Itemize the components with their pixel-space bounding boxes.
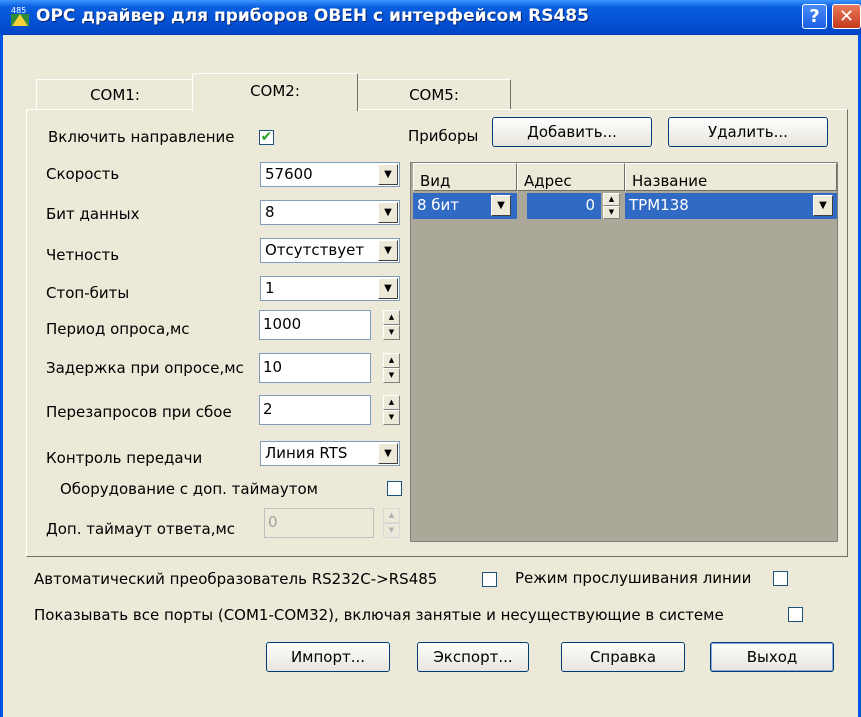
column-header-address[interactable]: Адрес bbox=[517, 163, 625, 191]
flow-control-value: Линия RTS bbox=[265, 444, 348, 462]
poll-delay-spinner[interactable]: ▲ ▼ bbox=[383, 353, 400, 383]
enable-direction-checkbox[interactable]: ✔ bbox=[259, 130, 274, 145]
retries-label: Перезапросов при сбое bbox=[46, 403, 232, 421]
spin-up-icon[interactable]: ▲ bbox=[603, 193, 620, 206]
spin-up-icon[interactable]: ▲ bbox=[383, 395, 400, 410]
table-row-type-cell[interactable]: 8 бит ▼ bbox=[413, 193, 517, 219]
spin-down-icon: ▼ bbox=[383, 523, 400, 538]
parity-value: Отсутствует bbox=[265, 241, 365, 259]
chevron-down-icon[interactable]: ▼ bbox=[378, 278, 398, 299]
data-bits-combo[interactable]: 8 ▼ bbox=[260, 200, 400, 225]
parity-combo[interactable]: Отсутствует ▼ bbox=[260, 238, 400, 263]
chevron-down-icon[interactable]: ▼ bbox=[378, 443, 398, 464]
poll-period-label: Период опроса,мс bbox=[46, 320, 190, 338]
column-header-type[interactable]: Вид bbox=[413, 163, 517, 191]
spin-up-icon[interactable]: ▲ bbox=[383, 353, 400, 368]
address-spinner[interactable]: ▲ ▼ bbox=[603, 193, 620, 219]
retries-input[interactable]: 2 bbox=[259, 395, 371, 425]
close-button[interactable]: ✕ bbox=[832, 4, 861, 29]
stop-bits-label: Стоп-биты bbox=[46, 284, 130, 302]
device-name-value: ТРМ138 bbox=[629, 196, 689, 214]
column-header-name[interactable]: Название bbox=[625, 163, 837, 191]
delete-device-button[interactable]: Удалить... bbox=[668, 117, 828, 147]
chevron-down-icon[interactable]: ▼ bbox=[813, 195, 833, 216]
spin-up-icon[interactable]: ▲ bbox=[383, 310, 400, 325]
extra-timeout-device-label: Оборудование с доп. таймаутом bbox=[60, 480, 318, 498]
flow-control-label: Контроль передачи bbox=[46, 449, 203, 467]
device-address-value: 0 bbox=[585, 196, 595, 214]
extra-timeout-spinner: ▲ ▼ bbox=[383, 508, 400, 538]
listen-mode-label: Режим прослушивания линии bbox=[515, 569, 752, 587]
extra-timeout-label: Доп. таймаут ответа,мс bbox=[46, 520, 236, 538]
window-frame-left bbox=[0, 34, 3, 717]
spin-up-icon: ▲ bbox=[383, 508, 400, 523]
add-device-button[interactable]: Добавить... bbox=[492, 117, 652, 147]
import-button[interactable]: Импорт... bbox=[266, 642, 390, 672]
extra-timeout-value: 0 bbox=[268, 513, 278, 531]
poll-period-value: 1000 bbox=[263, 315, 302, 333]
speed-label: Скорость bbox=[46, 165, 120, 183]
device-type-value: 8 бит bbox=[417, 196, 460, 214]
listen-mode-checkbox[interactable] bbox=[773, 571, 788, 586]
data-bits-value: 8 bbox=[265, 203, 275, 221]
table-row-name-cell[interactable]: ТРМ138 ▼ bbox=[625, 193, 837, 219]
auto-converter-label: Автоматический преобразователь RS232C->R… bbox=[34, 570, 438, 588]
chevron-down-icon[interactable]: ▼ bbox=[378, 202, 398, 223]
spin-down-icon[interactable]: ▼ bbox=[603, 206, 620, 219]
extra-timeout-input: 0 bbox=[264, 508, 374, 538]
poll-delay-input[interactable]: 10 bbox=[259, 353, 371, 383]
svg-text:485: 485 bbox=[11, 6, 26, 15]
spin-down-icon[interactable]: ▼ bbox=[383, 368, 400, 383]
devices-label: Приборы bbox=[408, 127, 479, 145]
stop-bits-combo[interactable]: 1 ▼ bbox=[260, 276, 400, 301]
window-title: OPC драйвер для приборов ОВЕН с интерфей… bbox=[36, 6, 589, 26]
show-all-ports-checkbox[interactable] bbox=[788, 607, 803, 622]
address-editor[interactable]: 0 bbox=[527, 193, 601, 219]
poll-period-spinner[interactable]: ▲ ▼ bbox=[383, 310, 400, 340]
retries-value: 2 bbox=[263, 400, 273, 418]
stop-bits-value: 1 bbox=[265, 279, 275, 297]
tab-com5[interactable]: COM5: bbox=[357, 79, 511, 109]
devices-grid[interactable]: Вид Адрес Название 8 бит ▼ 0 ▲ ▼ ТРМ138 … bbox=[410, 162, 838, 542]
show-all-ports-label: Показывать все порты (COM1-COM32), включ… bbox=[34, 606, 724, 624]
poll-delay-label: Задержка при опросе,мс bbox=[46, 359, 244, 377]
chevron-down-icon[interactable]: ▼ bbox=[378, 240, 398, 261]
speed-combo[interactable]: 57600 ▼ bbox=[260, 162, 400, 187]
spin-down-icon[interactable]: ▼ bbox=[383, 325, 400, 340]
app-icon: 485 bbox=[10, 5, 30, 27]
auto-converter-checkbox[interactable] bbox=[482, 572, 497, 587]
data-bits-label: Бит данных bbox=[46, 205, 140, 223]
enable-direction-label: Включить направление bbox=[48, 128, 235, 146]
help-title-button[interactable]: ? bbox=[802, 4, 827, 29]
spin-down-icon[interactable]: ▼ bbox=[383, 410, 400, 425]
exit-button[interactable]: Выход bbox=[710, 642, 834, 672]
tab-com1[interactable]: COM1: bbox=[36, 79, 194, 109]
chevron-down-icon[interactable]: ▼ bbox=[491, 195, 511, 216]
help-button[interactable]: Справка bbox=[561, 642, 685, 672]
parity-label: Четность bbox=[46, 246, 120, 264]
poll-delay-value: 10 bbox=[263, 358, 283, 376]
retries-spinner[interactable]: ▲ ▼ bbox=[383, 395, 400, 425]
flow-control-combo[interactable]: Линия RTS ▼ bbox=[260, 441, 400, 466]
speed-value: 57600 bbox=[265, 165, 313, 183]
poll-period-input[interactable]: 1000 bbox=[259, 310, 371, 340]
table-row-address-cell[interactable]: 0 ▲ ▼ bbox=[517, 193, 625, 219]
chevron-down-icon[interactable]: ▼ bbox=[378, 164, 398, 185]
tab-com2[interactable]: COM2: bbox=[192, 73, 358, 111]
extra-timeout-device-checkbox[interactable] bbox=[387, 481, 402, 496]
export-button[interactable]: Экспорт... bbox=[417, 642, 529, 672]
check-icon: ✔ bbox=[260, 129, 273, 145]
